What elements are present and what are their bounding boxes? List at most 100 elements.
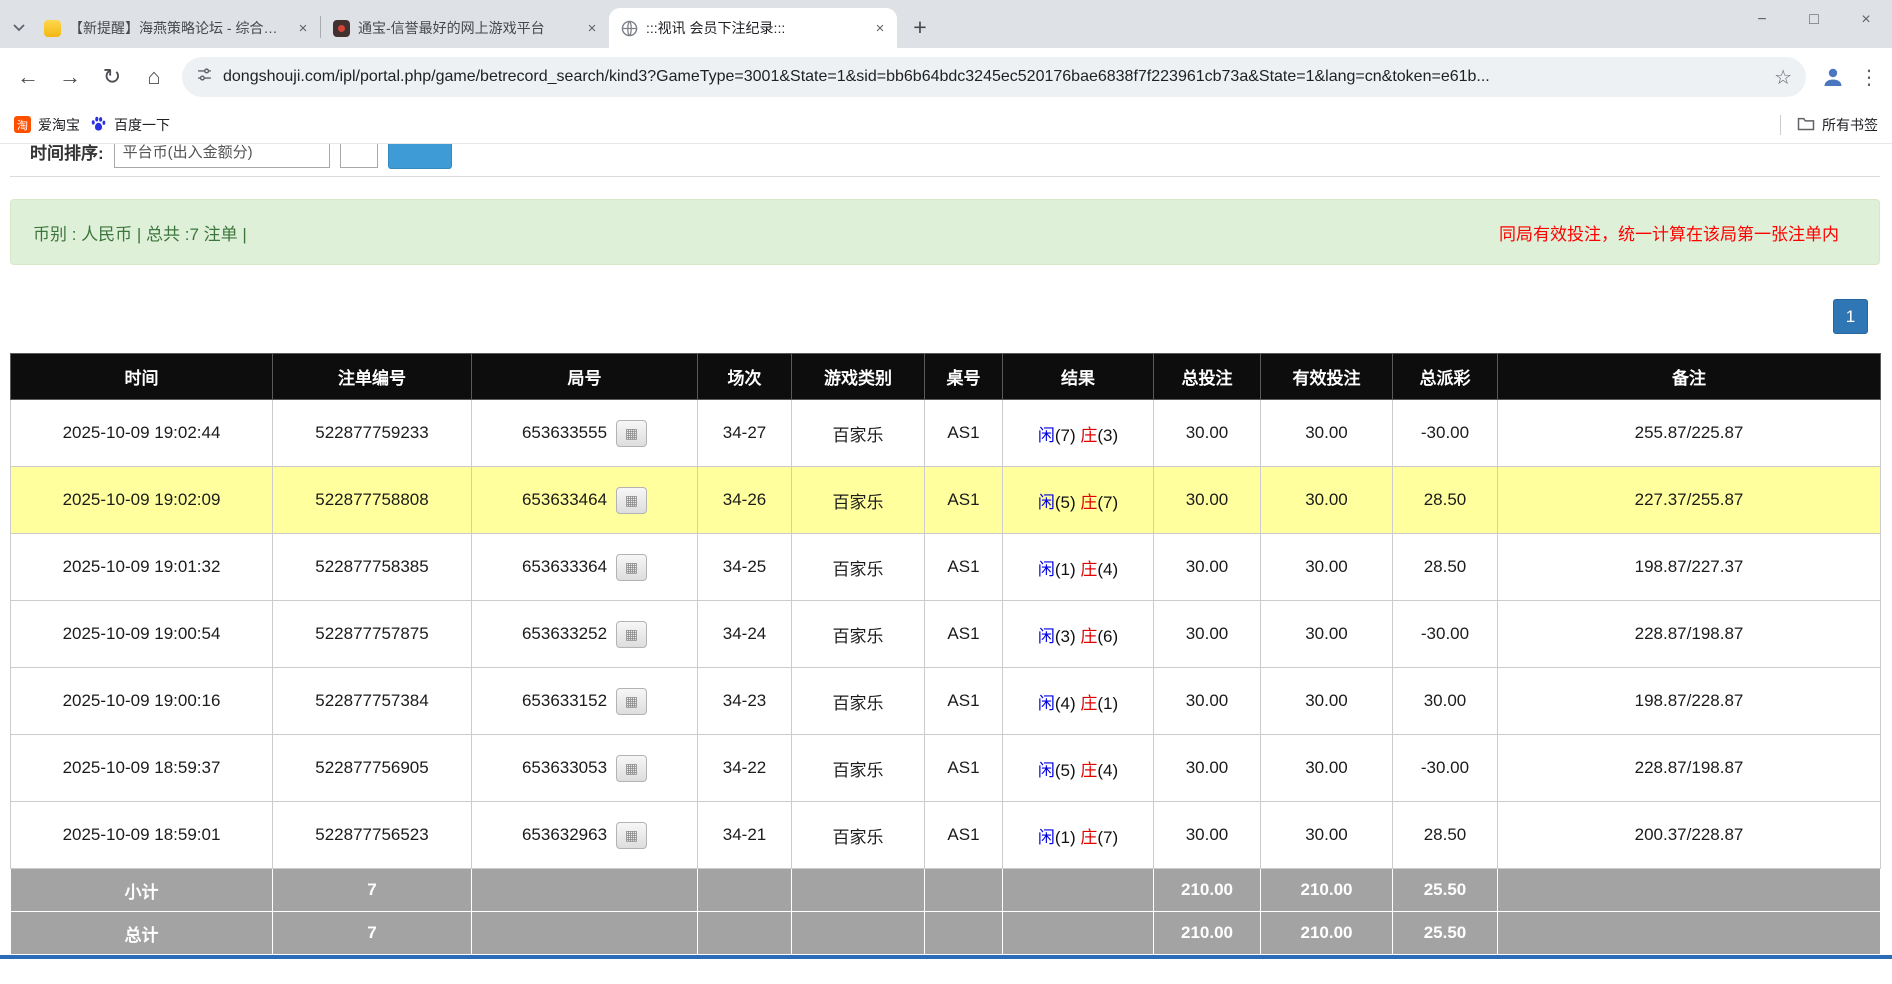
- col-game-type: 游戏类别: [792, 354, 925, 400]
- cell-total-bet[interactable]: 30.00: [1154, 802, 1261, 869]
- forum-favicon-icon: [44, 20, 61, 37]
- address-bar[interactable]: dongshouji.com/ipl/portal.php/game/betre…: [182, 57, 1806, 97]
- round-video-button[interactable]: ▦: [616, 621, 647, 648]
- cell-payout: -30.00: [1393, 601, 1498, 668]
- tab-bet-records-active[interactable]: :::视讯 会员下注纪录::: ×: [609, 8, 897, 48]
- cell-time: 2025-10-09 19:01:32: [11, 534, 273, 601]
- tab-search-chevron-icon[interactable]: [6, 8, 32, 48]
- page-content: 时间排序: 币别 : 人民币 | 总共 :7 注单 | 同局有效投注，统一计算在…: [0, 144, 1892, 959]
- tab-close-icon[interactable]: ×: [871, 19, 889, 37]
- cell-result: 闲(1) 庄(7): [1003, 802, 1154, 869]
- url-text[interactable]: dongshouji.com/ipl/portal.php/game/betre…: [223, 68, 1764, 86]
- total-payout: 25.50: [1393, 912, 1498, 955]
- new-tab-button[interactable]: +: [903, 10, 937, 44]
- cell-result: 闲(5) 庄(4): [1003, 735, 1154, 802]
- cell-valid-bet: 30.00: [1261, 601, 1393, 668]
- profile-avatar-icon[interactable]: [1814, 58, 1852, 96]
- filter-select[interactable]: [340, 144, 378, 168]
- bet-record-table: 时间 注单编号 局号 场次 游戏类别 桌号 结果 总投注 有效投注 总派彩 备注…: [10, 353, 1881, 955]
- cell-total-bet[interactable]: 30.00: [1154, 534, 1261, 601]
- col-result: 结果: [1003, 354, 1154, 400]
- dice-icon: ▦: [625, 828, 638, 842]
- window-close-button[interactable]: ×: [1840, 0, 1892, 40]
- bookmark-label: 百度一下: [114, 115, 170, 135]
- round-video-button[interactable]: ▦: [616, 822, 647, 849]
- bookmarks-divider: [1780, 115, 1781, 135]
- minimize-button[interactable]: −: [1736, 0, 1788, 40]
- subtotal-payout: 25.50: [1393, 869, 1498, 912]
- filter-label: 时间排序:: [30, 144, 104, 164]
- cell-note: 228.87/198.87: [1498, 601, 1881, 668]
- browser-menu-icon[interactable]: ⋮: [1854, 58, 1884, 96]
- cell-time: 2025-10-09 18:59:01: [11, 802, 273, 869]
- round-video-button[interactable]: ▦: [616, 755, 647, 782]
- filter-input[interactable]: [114, 144, 330, 168]
- round-video-button[interactable]: ▦: [616, 420, 647, 447]
- cell-session: 34-23: [698, 668, 792, 735]
- cell-payout: -30.00: [1393, 400, 1498, 467]
- back-icon[interactable]: ←: [8, 57, 48, 97]
- table-row: 2025-10-09 18:59:01522877756523653632963…: [11, 802, 1881, 869]
- refresh-icon[interactable]: ↻: [92, 57, 132, 97]
- cell-time: 2025-10-09 19:02:44: [11, 400, 273, 467]
- table-row: 2025-10-09 19:01:32522877758385653633364…: [11, 534, 1881, 601]
- cell-table: AS1: [925, 534, 1003, 601]
- forward-icon[interactable]: →: [50, 57, 90, 97]
- round-video-button[interactable]: ▦: [616, 487, 647, 514]
- cell-payout: -30.00: [1393, 735, 1498, 802]
- footer-divider: [0, 955, 1892, 959]
- bookmark-star-icon[interactable]: ☆: [1774, 65, 1792, 90]
- cell-table: AS1: [925, 668, 1003, 735]
- cell-result: 闲(1) 庄(4): [1003, 534, 1154, 601]
- cell-session: 34-27: [698, 400, 792, 467]
- taobao-icon: 淘: [14, 116, 31, 133]
- col-total-bet: 总投注: [1154, 354, 1261, 400]
- round-video-button[interactable]: ▦: [616, 688, 647, 715]
- cell-total-bet[interactable]: 30.00: [1154, 601, 1261, 668]
- tab-title: 通宝-信誉最好的网上游戏平台: [358, 18, 575, 38]
- home-icon[interactable]: ⌂: [134, 57, 174, 97]
- tab-tongbao[interactable]: 通宝-信誉最好的网上游戏平台 ×: [321, 8, 609, 48]
- tab-close-icon[interactable]: ×: [583, 19, 601, 37]
- tab-close-icon[interactable]: ×: [294, 19, 312, 37]
- cell-total-bet[interactable]: 30.00: [1154, 467, 1261, 534]
- bookmark-baidu[interactable]: 百度一下: [90, 115, 170, 135]
- cell-round: 653633252 ▦: [472, 601, 698, 668]
- subtotal-count: 7: [273, 869, 472, 912]
- cell-bet-id: 522877756905: [273, 735, 472, 802]
- cell-game-type: 百家乐: [792, 601, 925, 668]
- col-time: 时间: [11, 354, 273, 400]
- bookmark-taobao[interactable]: 淘 爱淘宝: [14, 115, 80, 135]
- all-bookmarks-button[interactable]: 所有书签: [1797, 115, 1878, 135]
- browser-toolbar: ← → ↻ ⌂ dongshouji.com/ipl/portal.php/ga…: [0, 48, 1892, 106]
- cell-valid-bet: 30.00: [1261, 534, 1393, 601]
- cell-game-type: 百家乐: [792, 400, 925, 467]
- cell-valid-bet: 30.00: [1261, 400, 1393, 467]
- cell-bet-id: 522877759233: [273, 400, 472, 467]
- cell-bet-id: 522877758385: [273, 534, 472, 601]
- maximize-button[interactable]: □: [1788, 0, 1840, 40]
- cell-total-bet[interactable]: 30.00: [1154, 668, 1261, 735]
- window-controls: − □ ×: [1736, 0, 1892, 40]
- page-1-button[interactable]: 1: [1833, 299, 1868, 334]
- site-settings-icon[interactable]: [196, 66, 213, 88]
- filter-search-button[interactable]: [388, 144, 452, 169]
- round-video-button[interactable]: ▦: [616, 554, 647, 581]
- cell-payout: 30.00: [1393, 668, 1498, 735]
- bookmarks-bar: 淘 爱淘宝 百度一下 所有书签: [0, 106, 1892, 144]
- cell-round: 653633364▦: [472, 534, 698, 601]
- cell-bet-id: 522877756523: [273, 802, 472, 869]
- tab-forum[interactable]: 【新提醒】海燕策略论坛 - 综合… ×: [32, 8, 320, 48]
- cell-bet-id: 522877757384: [273, 668, 472, 735]
- cell-total-bet[interactable]: 30.00: [1154, 735, 1261, 802]
- cell-total-bet[interactable]: 30.00: [1154, 400, 1261, 467]
- cell-note: 200.37/228.87: [1498, 802, 1881, 869]
- subtotal-total-bet: 210.00: [1154, 869, 1261, 912]
- cell-game-type: 百家乐: [792, 802, 925, 869]
- round-number: 653633252: [522, 623, 607, 642]
- dice-icon: ▦: [625, 493, 638, 507]
- round-number: 653632963: [522, 824, 607, 843]
- cell-round: 653632963 ▦: [472, 802, 698, 869]
- cell-time: 2025-10-09 19:00:16: [11, 668, 273, 735]
- cell-note: 228.87/198.87: [1498, 735, 1881, 802]
